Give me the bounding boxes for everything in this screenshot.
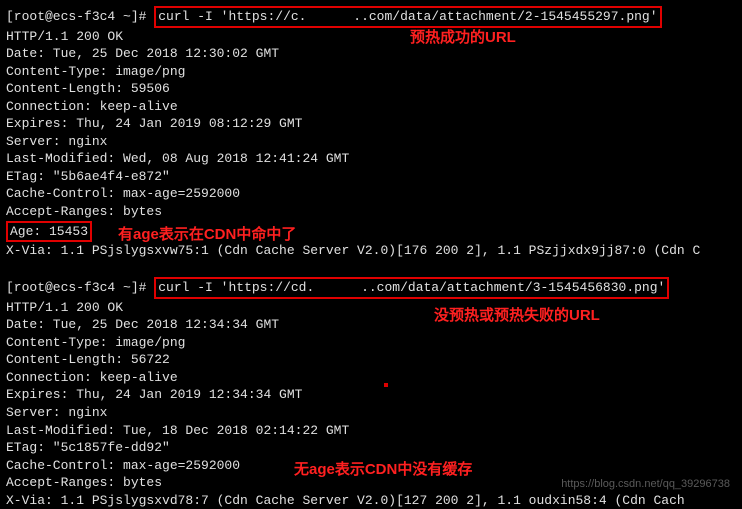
marker-dot — [384, 383, 388, 387]
shell-prompt: [root@ecs-f3c4 ~]# — [6, 9, 146, 24]
header-last-modified: Last-Modified: Tue, 18 Dec 2018 02:14:22… — [6, 422, 736, 440]
header-x-via: X-Via: 1.1 PSjslygsxvw75:1 (Cdn Cache Se… — [6, 242, 736, 260]
watermark-text: https://blog.csdn.net/qq_39296738 — [561, 477, 730, 492]
annotation-no-age: 无age表示CDN中没有缓存 — [294, 460, 472, 480]
header-content-type: Content-Type: image/png — [6, 334, 736, 352]
header-date: Date: Tue, 25 Dec 2018 12:34:34 GMT — [6, 316, 736, 334]
header-last-modified: Last-Modified: Wed, 08 Aug 2018 12:41:24… — [6, 150, 736, 168]
header-server: Server: nginx — [6, 404, 736, 422]
terminal-line: [root@ecs-f3c4 ~]# curl -I 'https://c. .… — [6, 6, 736, 28]
header-content-type: Content-Type: image/png — [6, 63, 736, 81]
terminal-line: Age: 15453 — [6, 221, 736, 243]
header-content-length: Content-Length: 59506 — [6, 80, 736, 98]
curl-command-1: curl -I 'https://c. ..com/data/attachmen… — [154, 6, 661, 28]
shell-prompt: [root@ecs-f3c4 ~]# — [6, 280, 146, 295]
header-cache-control: Cache-Control: max-age=2592000 — [6, 185, 736, 203]
header-etag: ETag: "5c1857fe-dd92" — [6, 439, 736, 457]
header-connection: Connection: keep-alive — [6, 369, 736, 387]
header-date: Date: Tue, 25 Dec 2018 12:30:02 GMT — [6, 45, 736, 63]
header-connection: Connection: keep-alive — [6, 98, 736, 116]
curl-command-2: curl -I 'https://cd. ..com/data/attachme… — [154, 277, 669, 299]
header-content-length: Content-Length: 56722 — [6, 351, 736, 369]
annotation-age-hit: 有age表示在CDN中命中了 — [118, 225, 296, 245]
header-x-via: X-Via: 1.1 PSjslygsxvd78:7 (Cdn Cache Se… — [6, 492, 736, 509]
http-status: HTTP/1.1 200 OK — [6, 299, 736, 317]
header-age: Age: 15453 — [6, 221, 92, 243]
blank-line — [6, 260, 736, 278]
header-accept-ranges: Accept-Ranges: bytes — [6, 203, 736, 221]
annotation-not-prewarmed-url: 没预热或预热失败的URL — [434, 306, 600, 326]
header-server: Server: nginx — [6, 133, 736, 151]
annotation-prewarmed-url: 预热成功的URL — [410, 28, 516, 48]
http-status: HTTP/1.1 200 OK — [6, 28, 736, 46]
header-expires: Expires: Thu, 24 Jan 2019 08:12:29 GMT — [6, 115, 736, 133]
terminal-line: [root@ecs-f3c4 ~]# curl -I 'https://cd. … — [6, 277, 736, 299]
header-expires: Expires: Thu, 24 Jan 2019 12:34:34 GMT — [6, 386, 736, 404]
header-etag: ETag: "5b6ae4f4-e872" — [6, 168, 736, 186]
